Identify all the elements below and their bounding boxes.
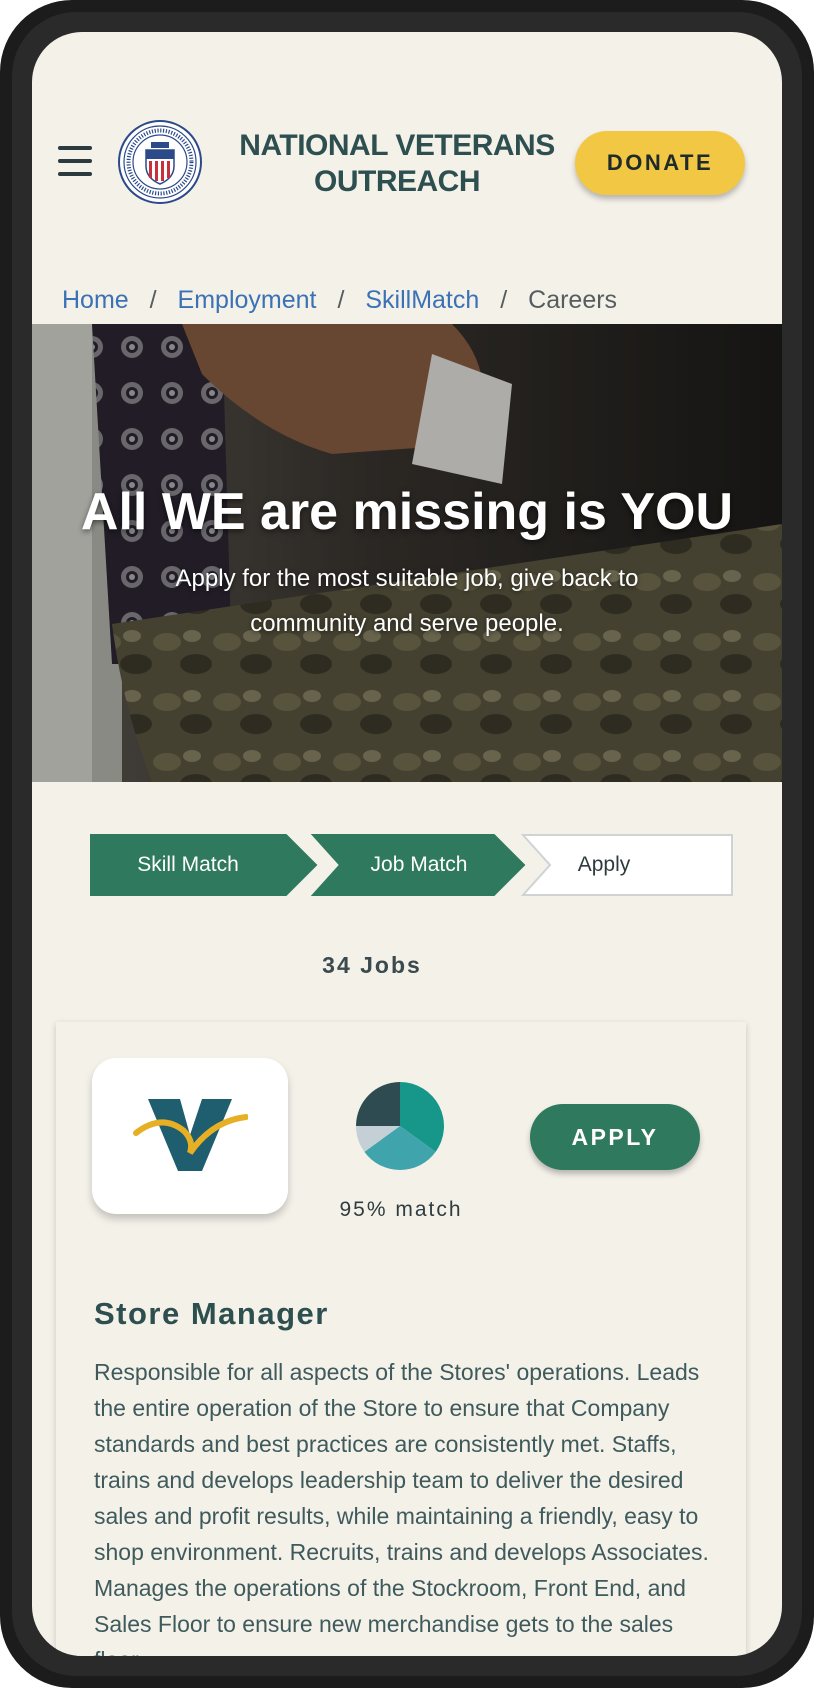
- step-job-match[interactable]: Job Match: [310, 832, 530, 898]
- jobs-count: 34 Jobs: [322, 952, 422, 978]
- step-skill-match-label: Skill Match: [137, 853, 239, 876]
- breadcrumb-separator: /: [149, 286, 157, 314]
- match-pie-chart: [356, 1082, 444, 1170]
- organization-seal-icon[interactable]: [118, 120, 202, 204]
- breadcrumb-separator: /: [337, 286, 345, 314]
- hero-subtitle: Apply for the most suitable job, give ba…: [175, 565, 639, 637]
- apply-button[interactable]: APPLY: [530, 1104, 700, 1170]
- site-header: NATIONAL VETERANS OUTREACH DONATE: [32, 32, 782, 252]
- job-title[interactable]: Store Manager: [94, 1296, 714, 1332]
- breadcrumb: Home / Employment / SkillMatch / Careers: [62, 280, 617, 320]
- phone-screen: NATIONAL VETERANS OUTREACH DONATE Home /…: [32, 32, 782, 1656]
- hero-background-image: [32, 324, 782, 782]
- job-card[interactable]: 95% match APPLY Store Manager Responsibl…: [56, 1022, 746, 1656]
- donate-button[interactable]: DONATE: [575, 131, 745, 195]
- organization-name[interactable]: NATIONAL VETERANS OUTREACH: [222, 128, 572, 200]
- application-steps: Skill Match Job Match Apply: [88, 832, 736, 898]
- hero-title: All WE are missing is YOU: [80, 483, 734, 541]
- breadcrumb-skillmatch-link[interactable]: SkillMatch: [365, 286, 479, 314]
- step-apply-label: Apply: [577, 853, 631, 876]
- breadcrumb-home-link[interactable]: Home: [62, 286, 129, 314]
- breadcrumb-employment-link[interactable]: Employment: [178, 286, 317, 314]
- breadcrumb-current: Careers: [528, 286, 618, 314]
- breadcrumb-separator: /: [500, 286, 508, 314]
- hero-banner: All WE are missing is YOU Apply for the …: [32, 324, 782, 782]
- step-skill-match[interactable]: Skill Match: [88, 832, 320, 898]
- step-apply[interactable]: Apply: [520, 832, 736, 898]
- phone-frame: NATIONAL VETERANS OUTREACH DONATE Home /…: [0, 0, 814, 1688]
- company-v-logo-icon: [133, 1099, 248, 1171]
- match-percentage: 95% match: [339, 1198, 463, 1221]
- job-description: Responsible for all aspects of the Store…: [94, 1359, 709, 1656]
- match-pie-slice: [356, 1082, 400, 1126]
- company-logo: [92, 1058, 288, 1214]
- step-job-match-label: Job Match: [370, 853, 468, 876]
- hamburger-menu-icon[interactable]: [56, 142, 96, 182]
